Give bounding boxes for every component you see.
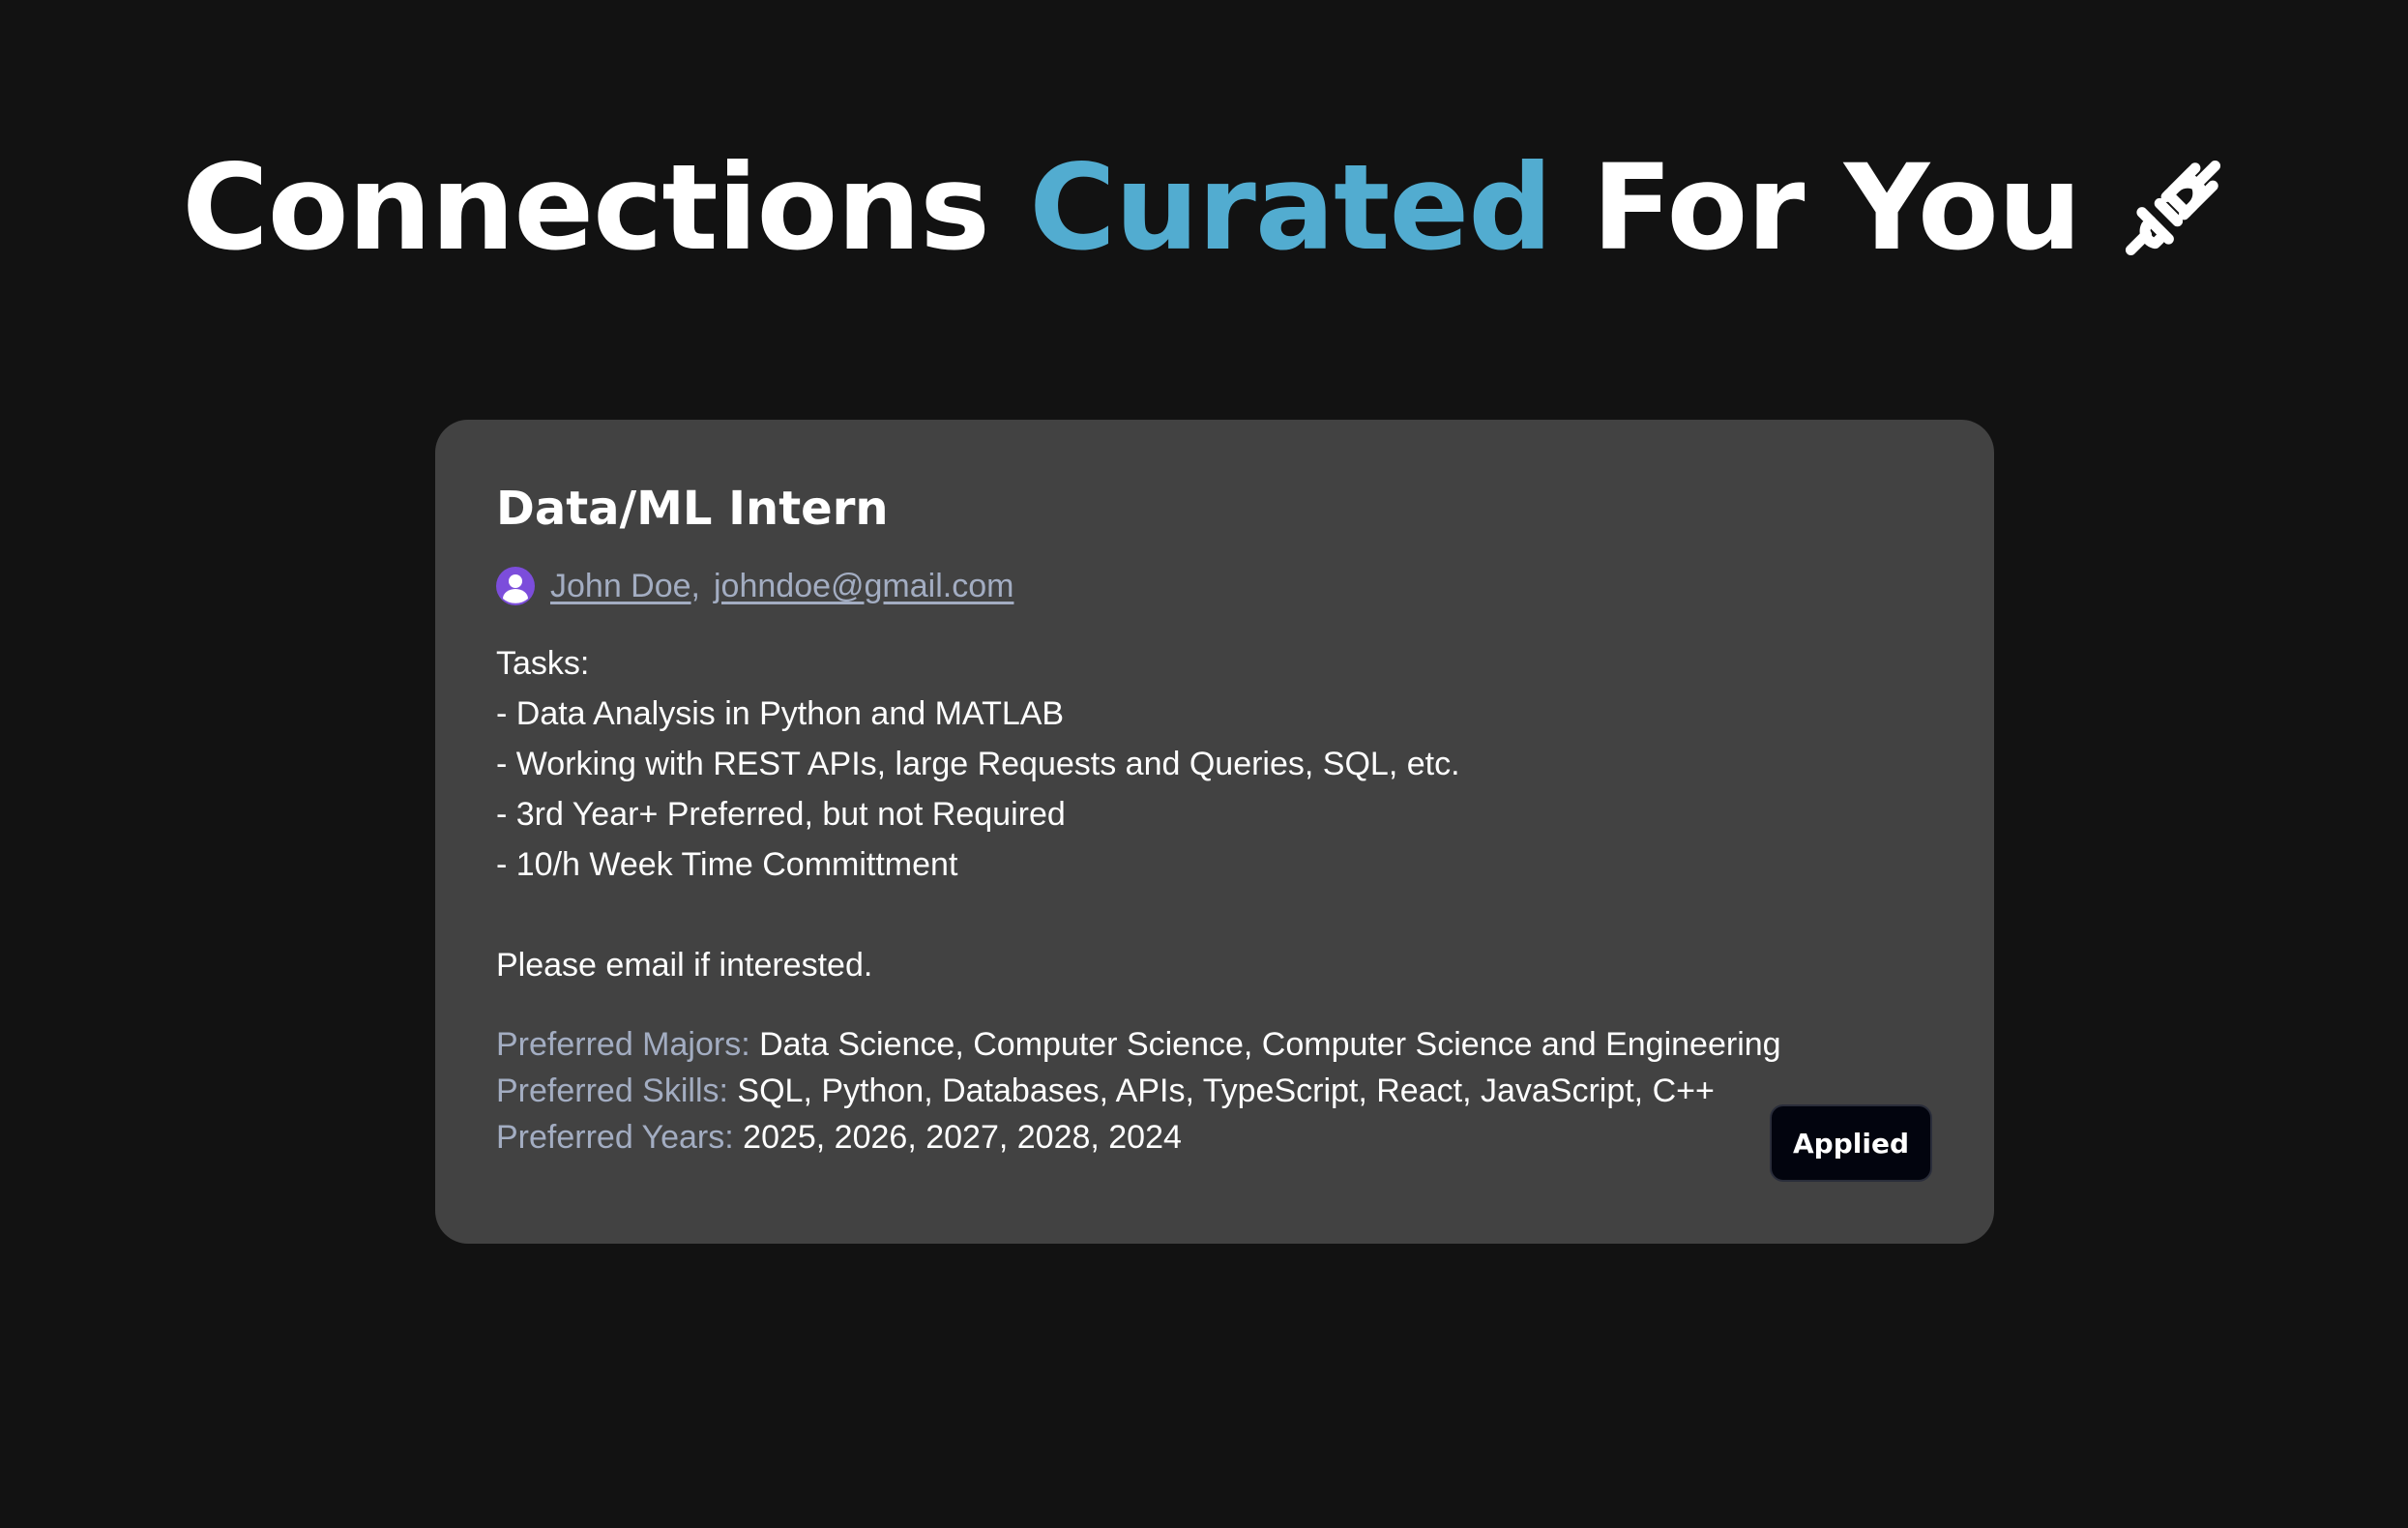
page-heading: Connections Curated For You [0,135,2408,280]
card-title: Data/ML Intern [496,482,889,536]
preferred-majors: Preferred Majors: Data Science, Computer… [496,1021,1994,1068]
preferred-skills: Preferred Skills: SQL, Python, Databases… [496,1068,1994,1114]
card-description: Tasks: - Data Analysis in Python and MAT… [496,645,1460,984]
contact-separator: , [690,567,700,604]
preferred-majors-value: Data Science, Computer Science, Computer… [759,1026,1781,1063]
preferred-skills-label: Preferred Skills: [496,1073,728,1109]
contact-row: John Doe, johndoe@gmail.com [496,565,1994,607]
applied-button[interactable]: Applied [1770,1104,1932,1182]
heading-text-curated: Curated [1029,139,1552,277]
preferred-years-label: Preferred Years: [496,1119,734,1156]
preferred-majors-label: Preferred Majors: [496,1026,750,1063]
heading-text-connections: Connections [182,139,990,277]
opportunity-card: Data/ML Intern John Doe, johndoe@gmail.co… [435,420,1994,1244]
preferred-years-value: 2025, 2026, 2027, 2028, 2024 [743,1119,1182,1156]
contact-email-link[interactable]: johndoe@gmail.com [714,568,1013,605]
user-avatar-icon [496,567,535,605]
contact-name-link[interactable]: John Doe [550,568,691,605]
preferred-skills-value: SQL, Python, Databases, APIs, TypeScript… [737,1073,1715,1109]
plug-icon [2125,160,2220,256]
heading-text-for-you: For You [1592,139,2082,277]
